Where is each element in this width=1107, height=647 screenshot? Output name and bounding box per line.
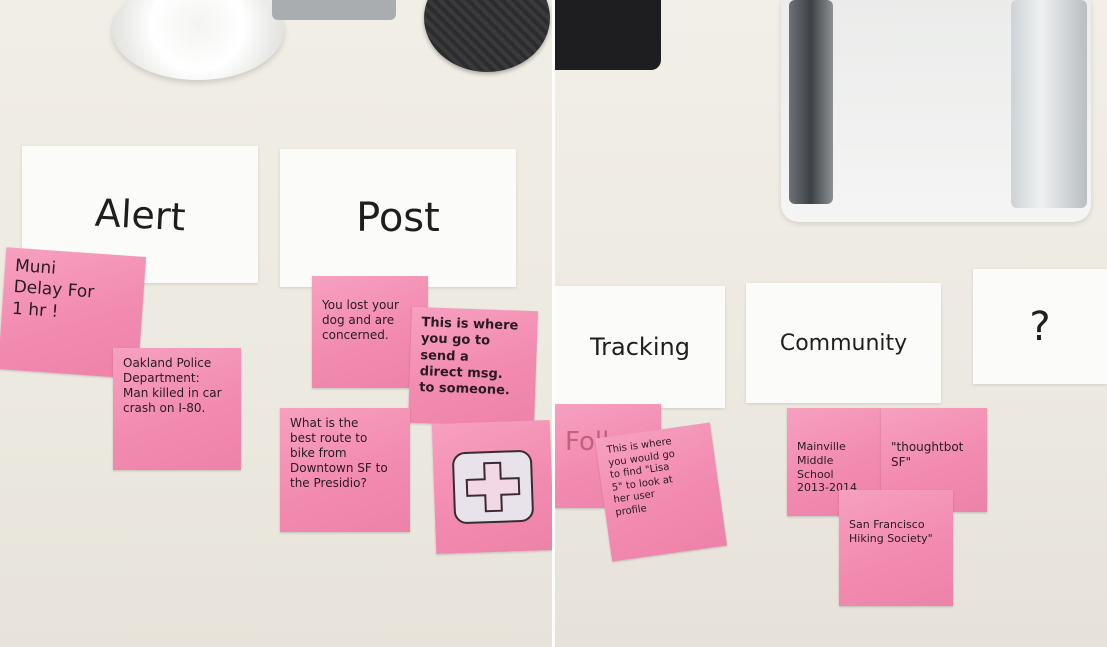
- note-text: "thoughtbot SF": [891, 440, 964, 469]
- note-text: This is where you go to send a direct ms…: [418, 315, 519, 399]
- sticky-note-plus-sketch: [431, 419, 552, 555]
- category-card-tracking: Tracking: [555, 286, 725, 408]
- sticky-note-bike-route: What is the best route to bike from Down…: [280, 408, 410, 532]
- note-text: Muni Delay For 1 hr !: [11, 255, 95, 322]
- category-card-label: Post: [356, 195, 440, 241]
- note-text: What is the best route to bike from Down…: [290, 416, 388, 490]
- monitor-stand-left-leg: [789, 0, 833, 204]
- coaster: [424, 0, 550, 72]
- sticky-note-hiking-society: San Francisco Hiking Society": [839, 490, 953, 606]
- sticky-note-direct-message: This is where you go to send a direct ms…: [408, 306, 538, 428]
- monitor-stand-right-leg: [1011, 0, 1087, 208]
- note-text: This is where you would go to find "Lisa…: [605, 436, 676, 518]
- saucer: [112, 0, 284, 80]
- category-card-label: Alert: [93, 190, 187, 239]
- category-card-label: ?: [1029, 303, 1051, 350]
- laptop-base: [272, 0, 396, 20]
- left-photo: Alert Post Muni Delay For 1 hr ! Oakland…: [0, 0, 552, 647]
- category-card-community: Community: [746, 283, 941, 403]
- note-text: Mainville Middle School 2013-2014: [797, 440, 857, 495]
- sticky-note-oakland-police: Oakland Police Department: Man killed in…: [113, 348, 241, 470]
- category-card-label: Tracking: [590, 333, 690, 361]
- category-card-question: ?: [973, 269, 1107, 384]
- sticky-note-user-profile: This is where you would go to find "Lisa…: [594, 422, 728, 562]
- category-card-label: Community: [779, 330, 908, 356]
- note-text: San Francisco Hiking Society": [849, 518, 933, 545]
- note-text: You lost your dog and are concerned.: [322, 298, 399, 342]
- monitor-edge: [555, 0, 661, 70]
- category-card-post: Post: [280, 149, 516, 287]
- right-photo: Tracking Community ? Follow This is wher…: [555, 0, 1107, 647]
- plus-icon: [452, 450, 534, 524]
- note-text: Oakland Police Department: Man killed in…: [123, 356, 222, 415]
